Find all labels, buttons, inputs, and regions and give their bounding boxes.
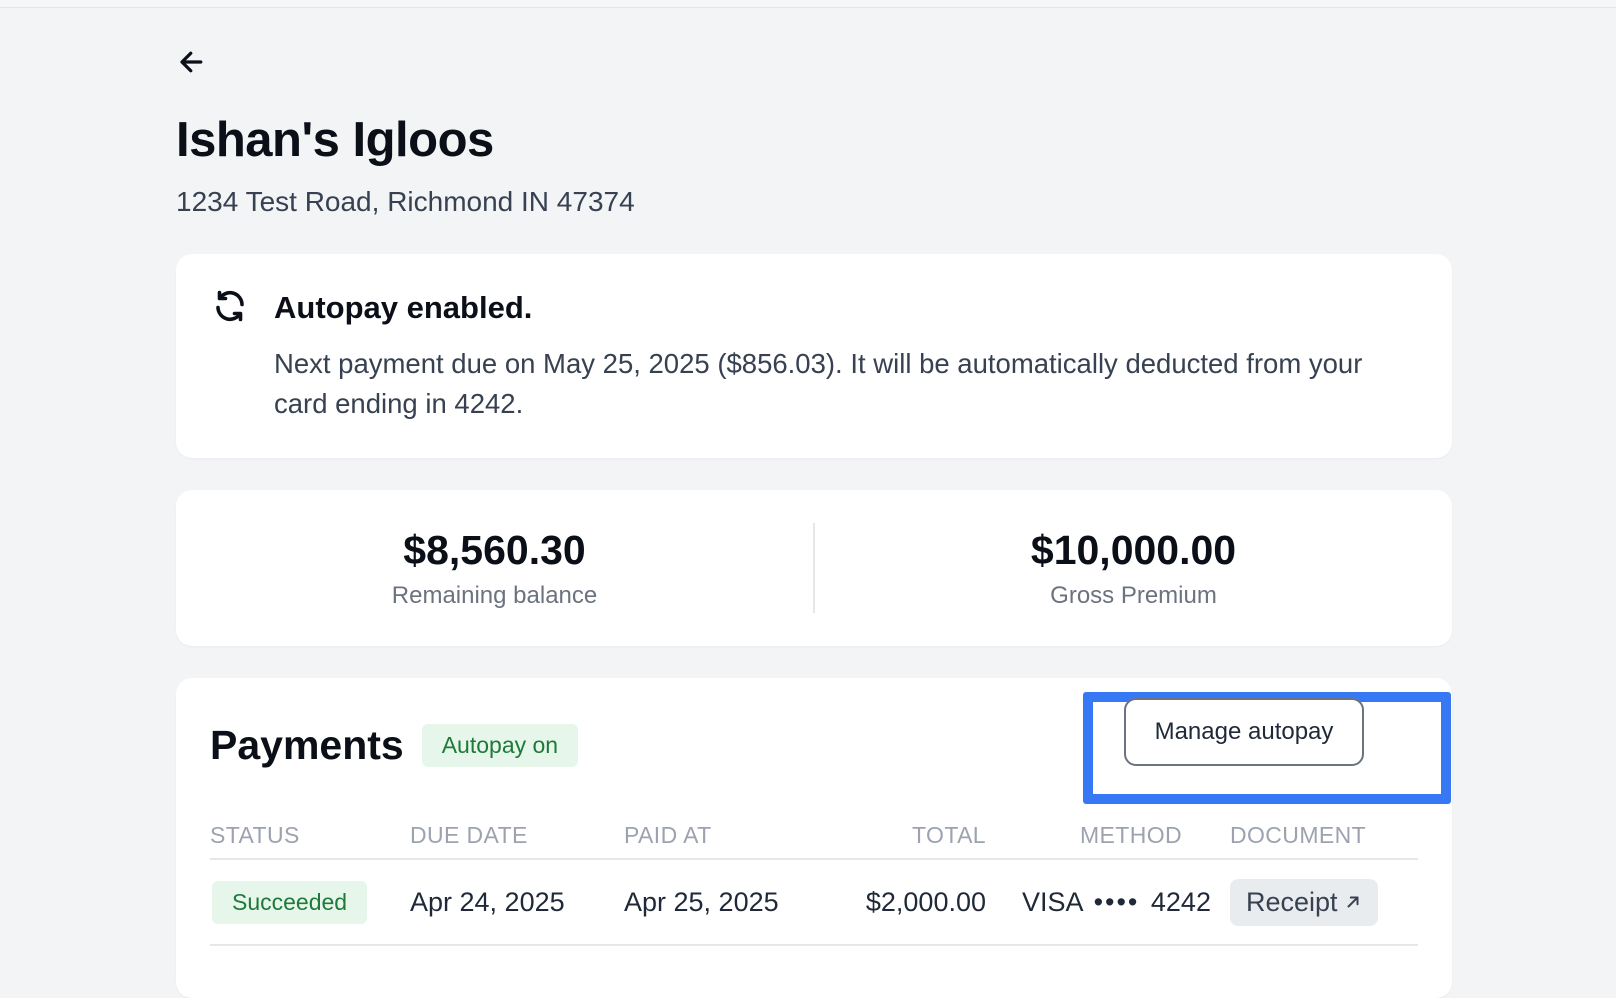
column-header-due-date: DUE DATE — [410, 821, 528, 848]
receipt-label: Receipt — [1246, 886, 1338, 917]
paid-at-cell: Apr 25, 2025 — [624, 886, 779, 917]
gross-premium: $10,000.00 Gross Premium — [815, 527, 1452, 610]
status-cell: Succeeded — [210, 880, 410, 924]
document-cell: Receipt — [1230, 878, 1410, 926]
remaining-balance: $8,560.30 Remaining balance — [176, 527, 813, 610]
remaining-balance-label: Remaining balance — [391, 581, 598, 609]
card-brand: VISA — [1022, 886, 1083, 917]
page-content: Ishan's Igloos 1234 Test Road, Richmond … — [176, 44, 1452, 998]
status-badge: Succeeded — [212, 880, 368, 924]
payments-header: Payments Autopay on Manage autopay — [210, 678, 1451, 812]
due-date-cell: Apr 24, 2025 — [410, 886, 565, 917]
total-cell: $2,000.00 — [865, 886, 986, 917]
autopay-notice-description: Next payment due on May 25, 2025 ($856.0… — [274, 348, 1363, 419]
column-header-method: METHOD — [1080, 821, 1183, 848]
arrow-left-icon — [180, 51, 203, 73]
refresh-icon — [216, 290, 244, 322]
page-title: Ishan's Igloos — [176, 113, 494, 167]
gross-premium-value: $10,000.00 — [1030, 526, 1237, 573]
autopay-notice-card: Autopay enabled. Next payment due on May… — [176, 254, 1452, 458]
gross-premium-label: Gross Premium — [1050, 581, 1217, 609]
autopay-notice-title: Autopay enabled. — [274, 290, 533, 325]
card-last4: 4242 — [1150, 886, 1211, 917]
payments-title: Payments — [210, 721, 404, 768]
column-header-paid-at: PAID AT — [624, 821, 712, 848]
remaining-balance-value: $8,560.30 — [403, 526, 586, 573]
page-address: 1234 Test Road, Richmond IN 47374 — [176, 186, 635, 217]
method-cell: VISA •••• 4242 — [994, 887, 1230, 918]
balance-summary-card: $8,560.30 Remaining balance $10,000.00 G… — [176, 490, 1452, 646]
table-row: Succeeded Apr 24, 2025 Apr 25, 2025 $2,0… — [210, 860, 1418, 946]
column-header-document: DOCUMENT — [1230, 821, 1367, 848]
receipt-link[interactable]: Receipt — [1230, 878, 1378, 926]
column-header-total: TOTAL — [912, 821, 986, 848]
manage-autopay-button[interactable]: Manage autopay — [1124, 698, 1364, 766]
autopay-status-badge: Autopay on — [421, 723, 579, 767]
column-header-status: STATUS — [210, 821, 300, 848]
top-border — [0, 0, 1616, 8]
payments-card: Payments Autopay on Manage autopay STATU… — [176, 678, 1452, 998]
card-mask: •••• — [1093, 886, 1140, 917]
payments-table-header: STATUS DUE DATE PAID AT TOTAL METHOD DOC… — [210, 812, 1418, 860]
back-button[interactable] — [174, 44, 210, 80]
external-link-icon — [1347, 896, 1359, 908]
